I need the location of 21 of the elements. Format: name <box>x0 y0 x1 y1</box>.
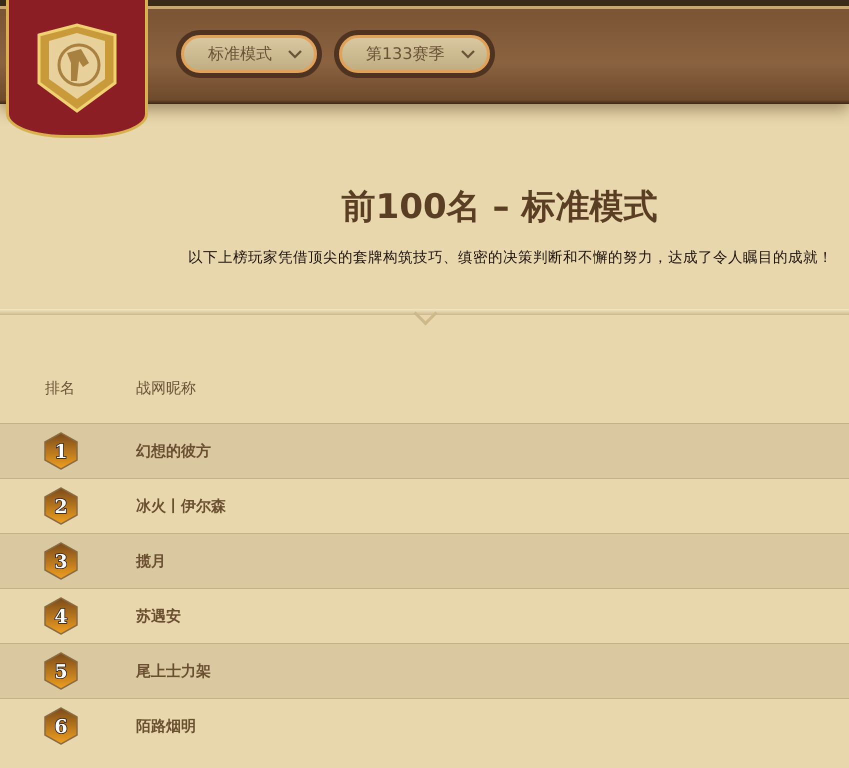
rank-badge: 1 <box>44 432 78 470</box>
column-header: 战网昵称 <box>136 379 197 398</box>
mode-dropdown[interactable]: 标准模式 <box>181 35 317 73</box>
chevron-down-icon <box>288 50 302 58</box>
page-title: 前100名 – 标准模式 <box>340 186 658 229</box>
rank-badge: 5 <box>44 652 78 690</box>
player-name: 冰火丨伊尔森 <box>136 496 226 516</box>
player-name: 陌路烟明 <box>136 716 196 736</box>
chevron-down-icon <box>460 50 475 58</box>
column-header: 排名 <box>44 379 76 398</box>
rank-badge: 4 <box>44 597 78 635</box>
player-name: 揽月 <box>136 552 166 570</box>
mode-dropdown[interactable]: 第133赛季 <box>339 35 490 73</box>
subtitle: 以下上榜玩家凭借顶尖的套牌构筑技巧、缜密的决策判断和不懈的努力，达成了令人瞩目的成就！ <box>187 248 833 267</box>
rank-badge: 6 <box>44 707 78 745</box>
shield-emblem-icon <box>35 22 119 112</box>
player-name: 尾上士力架 <box>136 662 211 680</box>
rank-badge: 2 <box>44 487 78 525</box>
player-name: 苏遇安 <box>136 606 181 626</box>
rank-badge: 3 <box>44 542 78 580</box>
player-name: 幻想的彼方 <box>136 442 211 460</box>
